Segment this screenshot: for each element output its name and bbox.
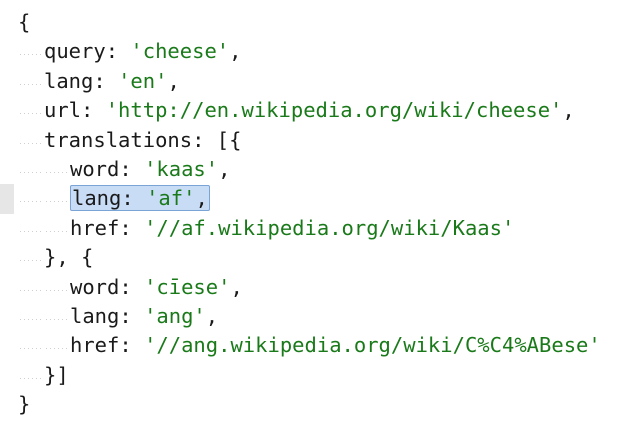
indent-guide	[18, 213, 44, 244]
comma: ,	[218, 156, 231, 181]
code-line-8[interactable]: href: '//af.wikipedia.org/wiki/Kaas'	[0, 213, 644, 244]
indent-guide	[44, 272, 70, 302]
key-lang: lang:	[70, 303, 132, 328]
indent-guide	[18, 331, 44, 361]
value-href: '//af.wikipedia.org/wiki/Kaas'	[144, 215, 515, 240]
key-translations: translations:	[44, 127, 205, 152]
key-href: href:	[70, 215, 132, 240]
code-line-13[interactable]: }]	[0, 360, 644, 391]
code-line-3[interactable]: lang: 'en',	[0, 66, 644, 97]
value-query: 'cheese'	[130, 39, 230, 64]
code-line-10[interactable]: word: 'cīese',	[0, 272, 644, 302]
indent-guide	[18, 37, 44, 67]
comma: ,	[229, 39, 242, 64]
value-url: 'http://en.wikipedia.org/wiki/cheese'	[105, 98, 563, 123]
indent-guide	[18, 184, 44, 214]
indent-guide	[44, 184, 70, 214]
indent-guide	[18, 154, 44, 185]
value-word: 'kaas'	[144, 156, 219, 181]
close-array: }]	[44, 362, 69, 387]
code-line-7[interactable]: lang: 'af',	[0, 184, 644, 215]
code-line-11[interactable]: lang: 'ang',	[0, 301, 644, 332]
comma: ,	[562, 98, 575, 123]
close-brace: }	[18, 392, 31, 417]
indent-guide	[44, 301, 70, 332]
key-href: href:	[70, 333, 132, 358]
open-brace: {	[18, 10, 31, 34]
indent-guide	[18, 243, 44, 273]
key-word: word:	[70, 274, 132, 299]
indent-guide	[18, 272, 44, 302]
comma: ,	[230, 274, 243, 299]
comma: ,	[195, 186, 208, 211]
value-href: '//ang.wikipedia.org/wiki/C%C4%ABese'	[144, 333, 601, 358]
code-line-14[interactable]: }	[0, 390, 644, 419]
value-lang: 'af'	[146, 186, 196, 211]
key-word: word:	[70, 156, 132, 181]
key-lang: lang:	[44, 68, 106, 93]
value-lang: 'en'	[118, 68, 168, 93]
text-selection[interactable]: lang: 'af',	[70, 185, 210, 212]
code-line-6[interactable]: word: 'kaas',	[0, 154, 644, 185]
indent-guide	[18, 360, 44, 391]
indent-guide	[18, 301, 44, 332]
object-separator: }, {	[44, 245, 94, 270]
indent-guide	[44, 154, 70, 185]
indent-guide	[18, 125, 44, 155]
value-word: 'cīese'	[144, 274, 231, 299]
key-lang: lang:	[72, 186, 134, 211]
code-line-9[interactable]: }, {	[0, 243, 644, 273]
indent-guide	[44, 213, 70, 244]
key-url: url:	[44, 98, 94, 123]
open-array: [{	[216, 127, 242, 152]
indent-guide	[18, 96, 44, 126]
key-query: query:	[44, 39, 119, 64]
code-line-5[interactable]: translations: [{	[0, 125, 644, 155]
indent-guide	[44, 331, 70, 361]
code-line-1[interactable]: {	[0, 8, 644, 37]
code-editor[interactable]: { query: 'cheese', lang: 'en', url: 'htt…	[0, 8, 644, 419]
value-lang: 'ang'	[144, 303, 206, 328]
comma: ,	[167, 68, 180, 93]
code-line-2[interactable]: query: 'cheese',	[0, 37, 644, 67]
code-line-4[interactable]: url: 'http://en.wikipedia.org/wiki/chees…	[0, 96, 644, 126]
indent-guide	[18, 66, 44, 97]
code-line-12[interactable]: href: '//ang.wikipedia.org/wiki/C%C4%ABe…	[0, 331, 644, 361]
comma: ,	[205, 303, 219, 328]
